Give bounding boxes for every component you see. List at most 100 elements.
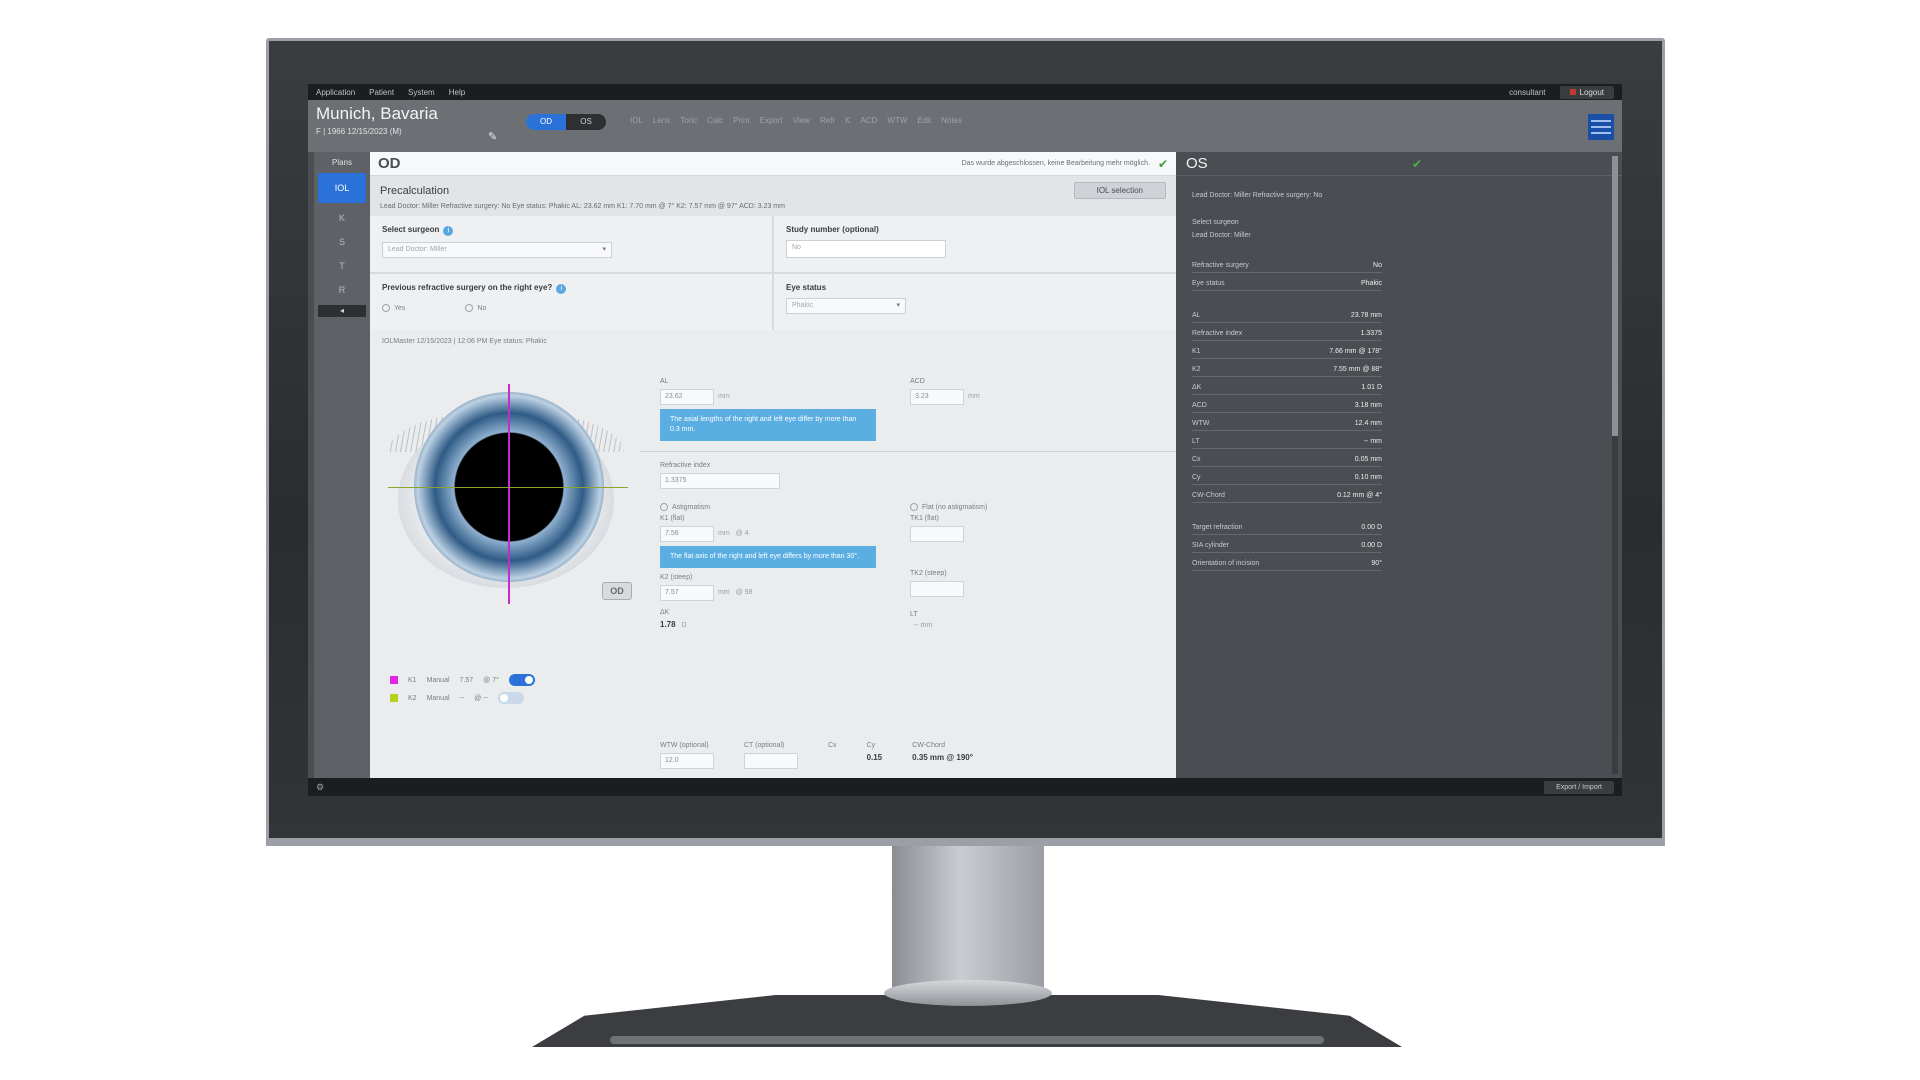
refractive-index-label: Refractive index bbox=[660, 462, 711, 469]
eye-status-select[interactable]: Phakic bbox=[786, 298, 906, 314]
wtw-input[interactable]: 12.0 bbox=[660, 753, 714, 769]
astigmatism-option[interactable]: Astigmatism bbox=[660, 503, 910, 511]
flat-label: Flat (no astigmatism) bbox=[922, 503, 988, 511]
ct-input[interactable] bbox=[744, 753, 798, 769]
os-row: Eye status Phakic bbox=[1192, 277, 1382, 291]
acd-unit: mm bbox=[968, 393, 980, 400]
eye-toggle[interactable]: OD OS bbox=[526, 114, 606, 130]
al-difference-alert: The axial lengths of the right and left … bbox=[660, 409, 876, 441]
cx-label: Cx bbox=[828, 742, 837, 749]
tool-item[interactable]: IOL bbox=[630, 116, 643, 125]
export-import-button[interactable]: Export / Import bbox=[1544, 780, 1614, 794]
logout-label: Logout bbox=[1579, 87, 1604, 97]
radio-no[interactable]: No bbox=[465, 304, 486, 312]
patient-edit-icon[interactable]: ✎ bbox=[488, 130, 502, 144]
settings-icon[interactable]: ⚙ bbox=[316, 782, 324, 793]
menu-help[interactable]: Help bbox=[449, 88, 465, 97]
tool-item[interactable]: Edit bbox=[917, 116, 931, 125]
legend-row: K1 Manual 7.57 @ 7° bbox=[390, 674, 535, 686]
monitor-stand-collar bbox=[884, 980, 1052, 1006]
k2-input[interactable]: 7.57 bbox=[660, 585, 714, 601]
menu-application[interactable]: Application bbox=[316, 88, 355, 97]
sidebar-item-t[interactable]: T bbox=[322, 257, 362, 275]
sidebar-item-k[interactable]: K bbox=[322, 209, 362, 227]
os-scrollbar[interactable] bbox=[1612, 156, 1618, 774]
al-unit: mm bbox=[718, 393, 730, 400]
refractive-index-select[interactable]: 1.3375 bbox=[660, 473, 780, 489]
os-row: Refractive index 1.3375 bbox=[1192, 327, 1382, 341]
al-label: AL bbox=[660, 378, 669, 385]
tool-item[interactable]: Print bbox=[733, 116, 749, 125]
toolbar: IOL Lens Toric Calc Print Export View Re… bbox=[630, 116, 962, 125]
os-row-label: K2 bbox=[1192, 366, 1201, 373]
check-icon: ✔ bbox=[1157, 156, 1168, 171]
os-row-value: 0.10 mm bbox=[1354, 474, 1382, 481]
os-row: K2 7.55 mm @ 88° bbox=[1192, 363, 1382, 377]
info-icon[interactable]: i bbox=[443, 226, 454, 236]
os-row-label: CW-Chord bbox=[1192, 492, 1225, 499]
tk2-label: TK2 (steep) bbox=[910, 570, 947, 577]
sidebar-item-r[interactable]: R bbox=[322, 281, 362, 299]
os-row-label: ΔK bbox=[1192, 384, 1202, 391]
tool-item[interactable]: View bbox=[793, 116, 810, 125]
k1-toggle[interactable] bbox=[508, 674, 535, 686]
os-row-value: 3.18 mm bbox=[1354, 402, 1382, 409]
sidebar-item-iol[interactable]: IOL bbox=[318, 173, 366, 203]
tk1-input[interactable] bbox=[910, 526, 964, 542]
k2-axis[interactable]: @ 98 bbox=[736, 589, 753, 596]
eye-os-button[interactable]: OS bbox=[566, 114, 606, 130]
logout-button[interactable]: Logout bbox=[1559, 85, 1614, 99]
tool-item[interactable]: Export bbox=[760, 116, 783, 125]
os-row-value: -- mm bbox=[1363, 438, 1382, 445]
os-label: OS bbox=[1186, 155, 1208, 172]
os-row: Cx 0.05 mm bbox=[1192, 453, 1382, 467]
tool-item[interactable]: Refr bbox=[820, 116, 835, 125]
os-row-label: AL bbox=[1192, 312, 1201, 319]
iol-selection-button[interactable]: IOL selection bbox=[1073, 182, 1166, 199]
k1-axis[interactable]: @ 4 bbox=[736, 530, 749, 537]
os-row: LT -- mm bbox=[1192, 435, 1382, 449]
os-row-label: WTW bbox=[1192, 420, 1210, 427]
menu-system[interactable]: System bbox=[408, 88, 435, 97]
k1-axis-line bbox=[508, 384, 510, 604]
os-row: SIA cylinder 0.00 D bbox=[1192, 539, 1382, 553]
tool-item[interactable]: ACD bbox=[860, 116, 877, 125]
os-surgeon-value: Lead Doctor: Miller bbox=[1192, 232, 1251, 239]
check-icon: ✔ bbox=[1411, 156, 1422, 171]
tool-item[interactable]: K bbox=[845, 116, 850, 125]
legend-row: K2 Manual -- @ -- bbox=[390, 692, 535, 704]
sidebar-collapse-button[interactable]: ◂ bbox=[318, 305, 366, 317]
tool-item[interactable]: Toric bbox=[680, 116, 697, 125]
tk2-input[interactable] bbox=[910, 581, 964, 597]
sidebar-item-s[interactable]: S bbox=[322, 233, 362, 251]
k2-toggle[interactable] bbox=[497, 692, 524, 704]
tool-item[interactable]: WTW bbox=[887, 116, 907, 125]
eye-od-button[interactable]: OD bbox=[526, 114, 566, 130]
form-grid: Select surgeoni Lead Doctor: Miller Stud… bbox=[370, 216, 1176, 330]
magenta-swatch bbox=[390, 676, 398, 684]
os-row-value: 0.12 mm @ 4° bbox=[1337, 492, 1382, 499]
radio-yes[interactable]: Yes bbox=[382, 304, 405, 312]
delta-k-label: ΔK bbox=[660, 609, 670, 616]
surgeon-cell: Select surgeon i Lead Doctor: Miller bbox=[370, 216, 772, 272]
od-stamp: OD bbox=[602, 582, 632, 600]
os-surgeon-label: Select surgeon bbox=[1192, 219, 1239, 226]
tool-item[interactable]: Notes bbox=[941, 116, 962, 125]
study-number-input[interactable]: No bbox=[786, 240, 946, 258]
k1-unit: mm bbox=[718, 530, 730, 537]
surgeon-select[interactable]: Lead Doctor: Miller bbox=[382, 242, 612, 258]
menu-patient[interactable]: Patient bbox=[369, 88, 394, 97]
os-row-value: 7.55 mm @ 88° bbox=[1333, 366, 1382, 373]
os-row-label: ACD bbox=[1192, 402, 1207, 409]
info-icon[interactable]: i bbox=[556, 284, 567, 294]
al-input[interactable]: 23.62 bbox=[660, 389, 714, 405]
tool-item[interactable]: Lens bbox=[653, 116, 670, 125]
precalculation-title[interactable]: Precalculation bbox=[380, 185, 449, 197]
k1-input[interactable]: 7.56 bbox=[660, 526, 714, 542]
scrollbar-thumb[interactable] bbox=[1612, 156, 1618, 436]
os-row-label: LT bbox=[1192, 438, 1200, 445]
acd-input[interactable]: 3.23 bbox=[910, 389, 964, 405]
acd-label: ACD bbox=[910, 378, 925, 385]
flat-option[interactable]: Flat (no astigmatism) bbox=[910, 503, 1160, 511]
tool-item[interactable]: Calc bbox=[707, 116, 723, 125]
